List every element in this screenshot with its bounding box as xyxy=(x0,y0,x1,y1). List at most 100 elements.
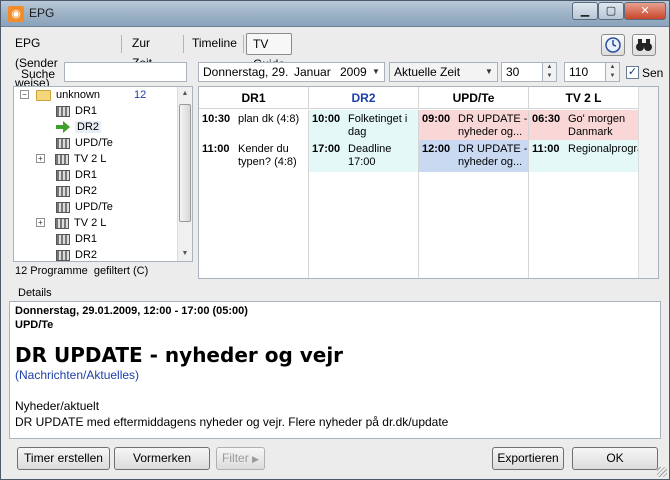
chevron-up-icon[interactable]: ▲ xyxy=(606,63,619,72)
tree-item[interactable]: DR1 xyxy=(56,167,97,183)
create-timer-button[interactable]: Timer erstellen xyxy=(17,447,110,470)
tree-item[interactable]: UPD/Te xyxy=(56,199,113,215)
filter-status: gefiltert (C) xyxy=(93,265,149,277)
toolbar-divider xyxy=(183,35,184,53)
duration-input[interactable]: 30 xyxy=(501,62,543,82)
tree-root-count: 12 xyxy=(134,89,147,101)
scroll-down-icon[interactable]: ▼ xyxy=(178,247,192,261)
film-icon xyxy=(56,233,70,245)
folder-icon xyxy=(36,89,51,101)
expand-icon[interactable]: + xyxy=(36,154,45,163)
film-icon xyxy=(56,201,70,213)
film-icon xyxy=(56,137,70,149)
details-category: Nyheder/aktuelt xyxy=(15,399,100,413)
program-cell[interactable]: 06:30 Go' morgen Danmark xyxy=(529,110,638,140)
maximize-icon: ▢ xyxy=(605,5,617,17)
date-picker[interactable]: Donnerstag, 29. Januar 2009 ▼ xyxy=(198,62,385,82)
remember-button[interactable]: Vormerken xyxy=(114,447,210,470)
tab-epg-sender[interactable]: EPG (Sender weise) xyxy=(9,33,64,90)
scrollbar-thumb[interactable] xyxy=(179,104,191,222)
program-cell[interactable]: 11:00 Regionalprogrammer xyxy=(529,140,658,172)
tab-timeline[interactable]: Timeline xyxy=(186,33,243,55)
sender-checkbox[interactable]: ✓ xyxy=(626,66,639,79)
toolbar-divider xyxy=(121,35,122,53)
column-header-dr2[interactable]: DR2 xyxy=(309,87,419,109)
search-binoculars-button[interactable] xyxy=(632,34,656,56)
window-title: EPG xyxy=(29,6,55,20)
minimize-icon: ▁ xyxy=(580,5,590,17)
guide-scrollbar[interactable] xyxy=(638,87,658,278)
chevron-down-icon[interactable]: ▼ xyxy=(543,72,556,81)
scroll-up-icon[interactable]: ▲ xyxy=(178,87,192,101)
details-datetime: Donnerstag, 29.01.2009, 12:00 - 17:00 (0… xyxy=(15,305,248,317)
tree-item[interactable]: DR2 xyxy=(56,183,97,199)
film-icon xyxy=(56,249,70,261)
tree-item[interactable]: DR2 xyxy=(56,119,102,135)
time-select-value: Aktuelle Zeit xyxy=(394,65,461,79)
column-header-dr1[interactable]: DR1 xyxy=(199,87,309,109)
collapse-icon[interactable]: − xyxy=(20,90,29,99)
minimize-button[interactable]: ▁ xyxy=(572,2,598,20)
chevron-right-icon: ▶ xyxy=(252,454,259,464)
toolbar-divider xyxy=(243,35,244,53)
arrow-icon xyxy=(56,121,70,134)
chevron-down-icon[interactable]: ▼ xyxy=(606,72,619,81)
details-channel: UPD/Te xyxy=(15,319,54,331)
resize-grip[interactable] xyxy=(657,467,667,477)
search-input[interactable] xyxy=(64,62,187,82)
filter-button-label: Filter xyxy=(222,451,249,465)
maximize-button[interactable]: ▢ xyxy=(598,2,624,20)
sender-checkbox-label: Sen xyxy=(642,66,664,80)
film-icon xyxy=(56,169,70,181)
tree-item[interactable]: DR1 xyxy=(56,231,97,247)
time-select[interactable]: Aktuelle Zeit ▼ xyxy=(389,62,498,82)
program-cell[interactable]: 09:00 DR UPDATE - nyheder og... xyxy=(419,110,528,140)
tab-tv-guide[interactable]: TV Guide xyxy=(246,33,293,71)
column-header-tv2[interactable]: TV 2 L xyxy=(529,87,639,109)
program-cell[interactable]: 17:00 Deadline 17:00 xyxy=(309,140,418,172)
channel-tree: − unknown 12 DR1 DR2 UPD/Te + TV 2 L DR1 … xyxy=(13,86,193,262)
rss-icon: ◉ xyxy=(8,6,24,22)
export-button[interactable]: Exportieren xyxy=(492,447,564,470)
tree-root-label: unknown xyxy=(56,89,101,101)
program-cell[interactable]: 10:00 Folketinget i dag xyxy=(309,110,418,140)
tree-item[interactable]: DR2 xyxy=(56,247,97,261)
expand-icon[interactable]: + xyxy=(36,218,45,227)
filter-button[interactable]: Filter ▶ xyxy=(216,447,265,470)
clock-icon xyxy=(605,37,621,53)
details-genre: (Nachrichten/Aktuelles) xyxy=(15,368,140,382)
program-cell[interactable]: 11:00 Kender du typen? (4:8) xyxy=(199,140,308,172)
duration-stepper[interactable]: ▲ ▼ xyxy=(542,62,557,82)
program-status: 12 Programme gefiltert (C) xyxy=(15,265,148,277)
program-cell-selected[interactable]: 12:00 DR UPDATE - nyheder og... xyxy=(419,140,528,172)
film-icon xyxy=(55,153,69,165)
tv-guide-grid: DR1 DR2 UPD/Te TV 2 L 10:30 plan dk (4:8… xyxy=(198,86,659,279)
close-button[interactable]: ✕ xyxy=(624,2,666,20)
column-header-upd[interactable]: UPD/Te xyxy=(419,87,529,109)
range-stepper[interactable]: ▲ ▼ xyxy=(605,62,620,82)
range-input[interactable]: 110 xyxy=(564,62,606,82)
tree-item[interactable]: + TV 2 L xyxy=(36,151,106,167)
chevron-down-icon: ▼ xyxy=(372,67,380,76)
tree-scrollbar[interactable]: ▲ ▼ xyxy=(177,87,192,261)
binoculars-icon xyxy=(636,39,652,51)
chevron-up-icon[interactable]: ▲ xyxy=(543,63,556,72)
date-year: 2009 xyxy=(340,65,367,79)
title-bar[interactable]: ◉ EPG ▁ ▢ ✕ xyxy=(1,1,669,27)
search-label: Suche xyxy=(21,67,56,81)
film-icon xyxy=(56,185,70,197)
clock-button[interactable] xyxy=(601,34,625,56)
details-panel[interactable]: Donnerstag, 29.01.2009, 12:00 - 17:00 (0… xyxy=(9,301,661,439)
ok-button[interactable]: OK xyxy=(572,447,658,470)
tree-item[interactable]: DR1 xyxy=(56,103,97,119)
film-icon xyxy=(56,105,70,117)
details-title: DR UPDATE - nyheder og vejr xyxy=(15,343,344,367)
tree-item[interactable]: + TV 2 L xyxy=(36,215,106,231)
tree-item[interactable]: UPD/Te xyxy=(56,135,113,151)
details-description: DR UPDATE med eftermiddagens nyheder og … xyxy=(15,415,449,429)
program-count: 12 Programme xyxy=(15,265,88,277)
program-cell[interactable]: 10:30 plan dk (4:8) xyxy=(199,110,308,140)
tab-zur-zeit[interactable]: Zur Zeit xyxy=(126,33,158,70)
close-icon: ✕ xyxy=(640,5,650,17)
details-label: Details xyxy=(18,287,52,299)
